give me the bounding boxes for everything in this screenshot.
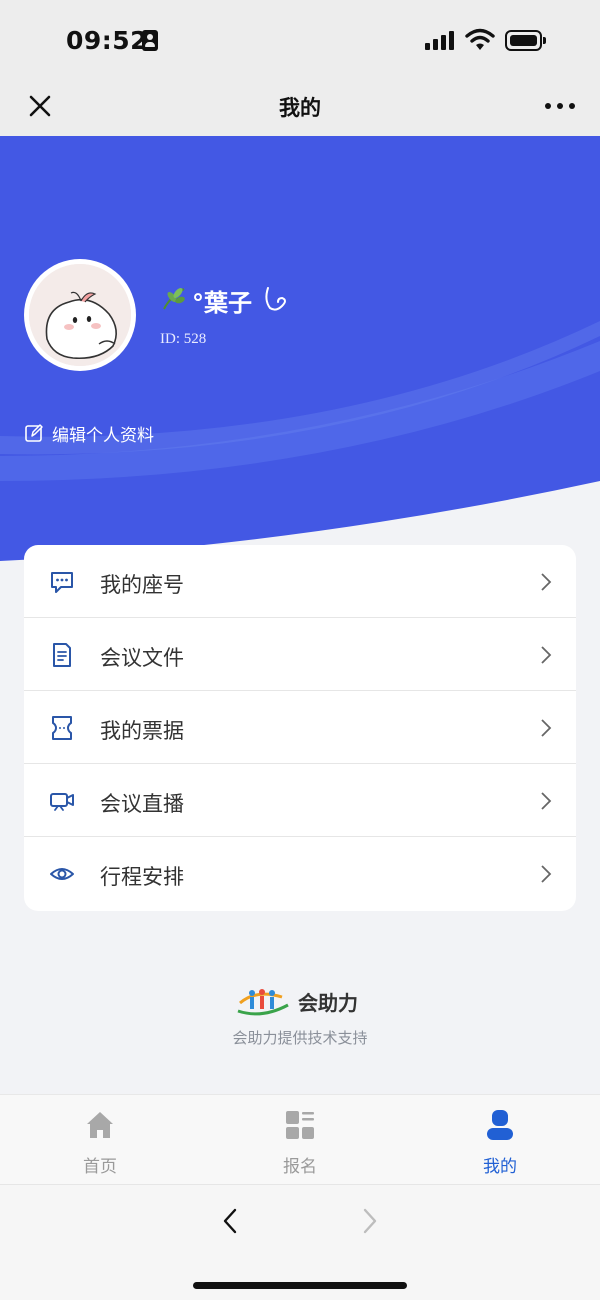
- tab-label: 报名: [283, 1157, 317, 1177]
- status-bar: 09:52: [0, 0, 600, 76]
- document-icon: [53, 643, 71, 667]
- eye-icon: [50, 868, 74, 880]
- edit-icon: [25, 424, 43, 442]
- video-camera-icon: [50, 793, 74, 811]
- chevron-right-icon: [541, 792, 552, 810]
- brand-logo-text: 会助力: [298, 991, 358, 1015]
- menu-item-label: 行程安排: [100, 865, 184, 889]
- brand-footer: 会助力 会助力提供技术支持: [0, 985, 600, 1055]
- grid-icon: [286, 1111, 314, 1139]
- contact-card-icon: [142, 30, 158, 51]
- home-indicator: [193, 1282, 407, 1289]
- chevron-right-icon: [541, 865, 552, 883]
- browser-toolbar: [0, 1184, 600, 1300]
- user-id: ID: 528: [160, 331, 207, 347]
- more-options-icon[interactable]: [545, 103, 575, 109]
- menu-item-tickets[interactable]: 我的票据: [24, 691, 576, 764]
- menu-item-label: 我的票据: [100, 719, 184, 743]
- forward-arrow-icon[interactable]: [360, 1207, 380, 1235]
- username: °葉子: [192, 289, 252, 317]
- cellular-signal-icon: [425, 30, 457, 50]
- leaf-icon: [163, 288, 185, 310]
- battery-icon: [505, 30, 547, 51]
- edit-profile-link[interactable]: 编辑个人资料: [24, 421, 154, 446]
- chat-bubble-icon: [51, 572, 73, 593]
- avatar[interactable]: [24, 259, 136, 371]
- menu-item-itinerary[interactable]: 行程安排: [24, 837, 576, 910]
- menu-item-label: 我的座号: [100, 573, 184, 597]
- status-time: 09:52: [66, 26, 149, 55]
- tab-label: 我的: [483, 1157, 517, 1177]
- avatar-cartoon-icon: [29, 264, 131, 366]
- tab-label: 首页: [83, 1157, 117, 1177]
- menu-card: 我的座号 会议文件 我的票据 会议直播 行程安排: [24, 545, 576, 911]
- ticket-icon: [52, 716, 72, 740]
- wifi-icon: [465, 28, 495, 50]
- chevron-right-icon: [541, 719, 552, 737]
- user-icon: [487, 1110, 513, 1140]
- edit-profile-label: 编辑个人资料: [52, 425, 154, 446]
- nav-bar: 我的: [0, 76, 600, 136]
- chevron-right-icon: [541, 646, 552, 664]
- back-arrow-icon[interactable]: [220, 1207, 240, 1235]
- tab-home[interactable]: 首页: [0, 1095, 200, 1185]
- tab-register[interactable]: 报名: [200, 1095, 400, 1185]
- chevron-right-icon: [541, 573, 552, 591]
- menu-item-seat[interactable]: 我的座号: [24, 545, 576, 618]
- heart-doodle-icon: [265, 287, 286, 311]
- brand-logo: 会助力: [237, 989, 358, 1016]
- home-icon: [87, 1112, 113, 1138]
- menu-item-label: 会议文件: [100, 646, 184, 670]
- page-title: 我的: [279, 96, 321, 120]
- tab-bar: 首页 报名 我的: [0, 1094, 600, 1184]
- menu-item-label: 会议直播: [100, 792, 184, 816]
- menu-item-livestream[interactable]: 会议直播: [24, 764, 576, 837]
- tab-mine[interactable]: 我的: [400, 1095, 600, 1185]
- support-text: 会助力提供技术支持: [232, 1029, 368, 1047]
- menu-item-documents[interactable]: 会议文件: [24, 618, 576, 691]
